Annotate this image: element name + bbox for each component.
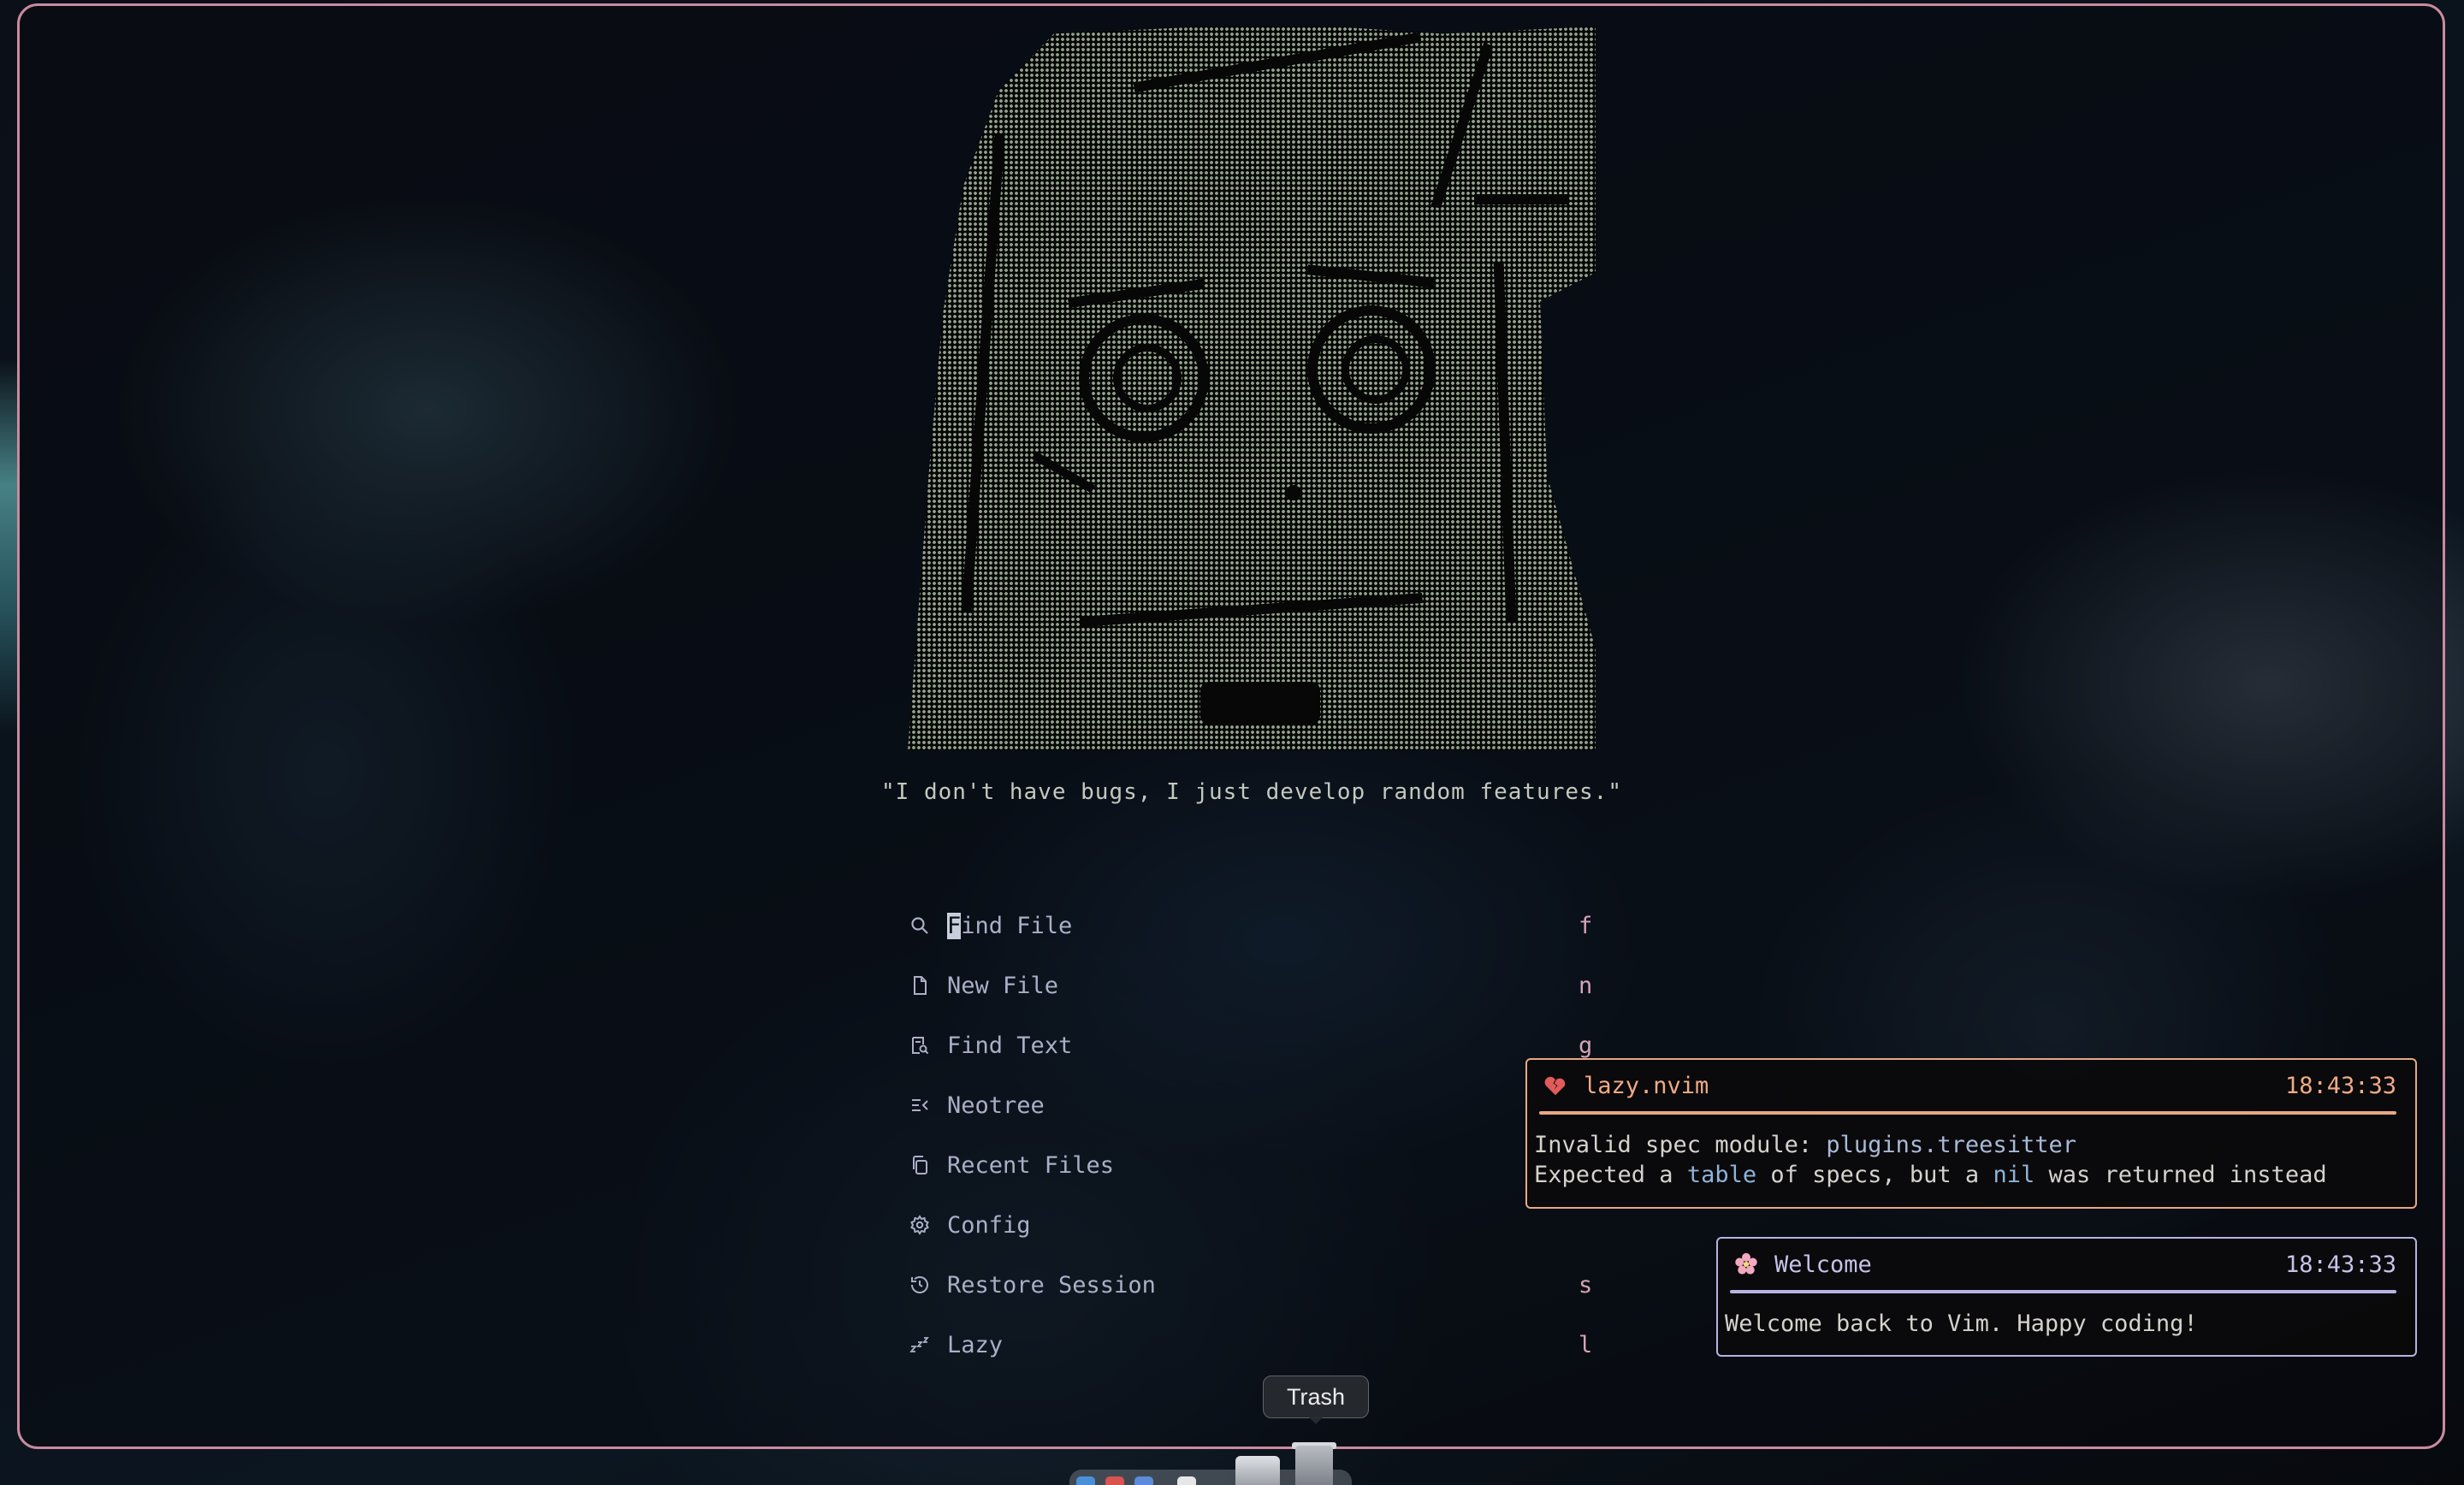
module-name: plugins.treesitter [1826,1132,2076,1158]
broken-heart-icon [1543,1073,1568,1098]
notification-header: Welcome 18:43:33 [1718,1239,2415,1290]
blossom-icon [1733,1251,1759,1277]
notification-time: 18:43:33 [2284,1072,2396,1099]
menu-item-shortcut: f [1578,912,1593,939]
menu-item-recent-files[interactable]: Recent Files [901,1135,1602,1195]
sleep-icon [909,1334,930,1355]
dock-app-icon[interactable] [1076,1476,1095,1485]
recent-files-icon [909,1155,930,1175]
search-icon [909,915,930,936]
notification-lazy-nvim[interactable]: lazy.nvim 18:43:33 Invalid spec module: … [1525,1058,2417,1209]
notification-welcome[interactable]: Welcome 18:43:33 Welcome back to Vim. Ha… [1716,1237,2417,1357]
menu-item-label: Find Text [947,1032,1073,1059]
menu-item-label: Lazy [947,1331,1004,1358]
menu-item-neotree[interactable]: Neotree [901,1075,1602,1135]
dashboard-menu: Find File f New File n Find Text g Neotr… [901,896,1602,1375]
menu-item-restore-session[interactable]: Restore Session s [901,1255,1602,1315]
menu-item-lazy[interactable]: Lazy l [901,1315,1602,1375]
menu-item-config[interactable]: Config [901,1195,1602,1255]
tooltip-arrow [1308,1417,1324,1424]
menu-item-shortcut: g [1578,1032,1593,1059]
neotree-icon [909,1095,930,1115]
dock-app-icon[interactable] [1235,1456,1280,1485]
menu-item-label: Restore Session [947,1271,1156,1299]
menu-item-shortcut: l [1578,1331,1593,1358]
notification-time: 18:43:33 [2284,1251,2396,1278]
menu-item-label: Recent Files [947,1151,1115,1179]
restore-session-icon [909,1275,930,1295]
menu-item-label: Find File [947,912,1073,939]
gear-icon [909,1215,930,1235]
menu-item-find-file[interactable]: Find File f [901,896,1602,955]
notification-title: Welcome [1774,1251,1872,1278]
menu-item-find-text[interactable]: Find Text g [901,1015,1602,1075]
dock-app-icon[interactable] [1177,1476,1196,1485]
menu-item-label: Config [947,1211,1031,1239]
notification-body: Welcome back to Vim. Happy coding! [1725,1310,2198,1337]
menu-item-shortcut: n [1578,972,1593,999]
menu-item-new-file[interactable]: New File n [901,955,1602,1015]
dock-app-icon[interactable] [1134,1476,1153,1485]
notification-title: lazy.nvim [1584,1072,1709,1099]
menu-item-label: Neotree [947,1092,1045,1119]
text-cursor: F [947,912,962,939]
type-nil: nil [1993,1162,2035,1188]
dashboard-quote: "I don't have bugs, I just develop rando… [881,779,1622,805]
find-text-icon [909,1035,930,1056]
wallpaper-accent [0,359,19,736]
file-icon [909,975,930,996]
terminal-window[interactable]: "I don't have bugs, I just develop rando… [17,3,2445,1449]
menu-item-label: New File [947,972,1059,999]
menu-item-shortcut: s [1578,1271,1593,1299]
dock-app-icon[interactable] [1105,1476,1124,1485]
dock-tooltip: Trash [1263,1376,1369,1418]
type-table: table [1686,1162,1757,1188]
trash-icon[interactable] [1295,1446,1333,1485]
ascii-art-header [908,27,1596,750]
notification-header: lazy.nvim 18:43:33 [1527,1060,2415,1111]
notification-body: Invalid spec module: plugins.treesitter … [1534,1132,2327,1188]
